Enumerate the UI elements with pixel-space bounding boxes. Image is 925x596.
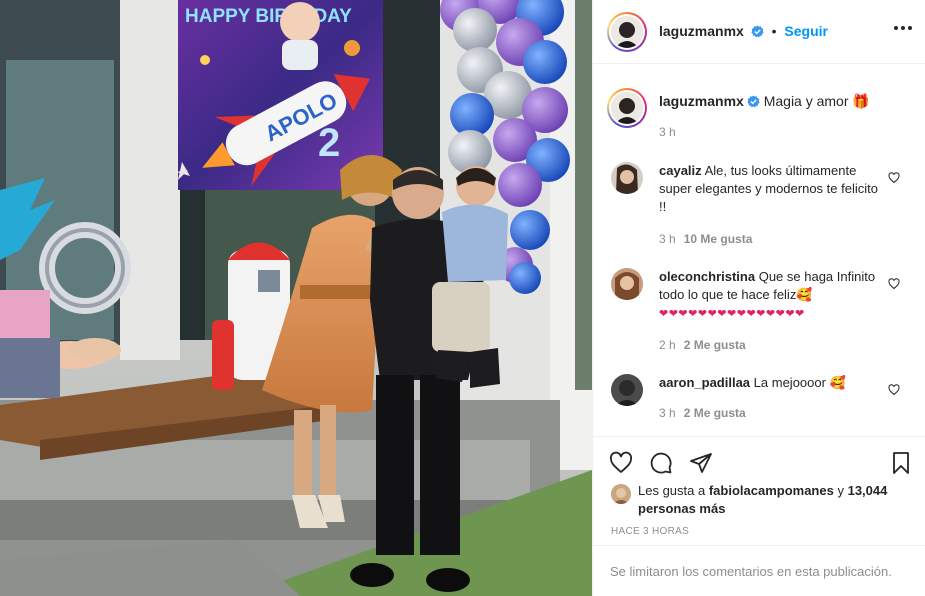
comment-row: oleconchristina Que se haga Infinito tod… <box>593 266 925 356</box>
heart-icon[interactable] <box>609 451 633 475</box>
comments-footer: Se limitaron los comentarios en esta pub… <box>593 545 925 596</box>
caption-time: 3 h <box>659 125 676 139</box>
comments-list[interactable]: laguzmanmx Magia y amor 🎁 3 h cayaliz Al… <box>593 64 925 436</box>
red-hearts-emoji: ❤❤❤❤❤❤❤❤❤❤❤❤❤❤❤ <box>659 308 805 320</box>
gift-emoji-icon: 🎁 <box>852 93 870 109</box>
comment-time: 3 h <box>659 232 676 246</box>
likes-prefix: Les gusta a <box>638 483 706 498</box>
banner-top-text: HAPPY BIRTHDAY <box>185 6 352 27</box>
comment-username[interactable]: aaron_padillaa <box>659 375 750 390</box>
comment-row: cayaliz Ale, tus looks últimamente super… <box>593 160 925 250</box>
header-separator: • <box>771 23 777 39</box>
likes-connector: y <box>837 483 844 498</box>
heart-icon[interactable] <box>888 278 900 290</box>
bookmark-icon[interactable] <box>889 451 913 475</box>
comments-limited-notice: Se limitaron los comentarios en esta pub… <box>610 564 892 579</box>
likes-summary: Les gusta a fabiolacampomanes y 13,044 p… <box>638 482 910 518</box>
banner-age-text: 2 <box>318 121 340 165</box>
likes-user[interactable]: fabiolacampomanes <box>709 483 834 498</box>
follow-button[interactable]: Seguir <box>784 23 828 39</box>
party-photo-illustration: HAPPY BIRTHDAY APOLO 2 <box>0 0 592 596</box>
commenter-avatar[interactable] <box>611 162 643 194</box>
commenter-avatar[interactable] <box>611 374 643 406</box>
verified-badge-icon <box>751 25 764 38</box>
comment-row: aaron_padillaa La mejoooor 🥰 3 h 2 Me gus… <box>593 372 925 436</box>
comment-text: La mejoooor 🥰 <box>753 375 846 390</box>
verified-badge-icon <box>747 95 760 108</box>
caption-avatar[interactable] <box>607 88 647 128</box>
commenter-avatar[interactable] <box>611 268 643 300</box>
comment-likes[interactable]: 2 Me gusta <box>684 338 746 352</box>
caption-username[interactable]: laguzmanmx <box>659 93 744 109</box>
liker-avatar[interactable] <box>611 484 631 504</box>
comment-username[interactable]: oleconchristina <box>659 269 755 284</box>
comment-likes[interactable]: 10 Me gusta <box>684 232 753 246</box>
heart-icon[interactable] <box>888 384 900 396</box>
comment-icon[interactable] <box>649 451 673 475</box>
author-avatar[interactable] <box>607 12 647 52</box>
share-icon[interactable] <box>689 451 713 475</box>
post-side-panel: laguzmanmx • Seguir laguzmanmx Magia y a… <box>592 0 925 596</box>
post-photo[interactable]: HAPPY BIRTHDAY APOLO 2 <box>0 0 592 596</box>
comment-time: 2 h <box>659 338 676 352</box>
comment-time: 3 h <box>659 406 676 420</box>
author-username[interactable]: laguzmanmx <box>659 23 744 39</box>
caption-row: laguzmanmx Magia y amor 🎁 3 h <box>593 64 925 144</box>
post-header: laguzmanmx • Seguir <box>593 0 925 64</box>
post-age: HACE 3 HORAS <box>611 526 690 537</box>
more-options-icon[interactable] <box>894 26 912 32</box>
comment-username[interactable]: cayaliz <box>659 163 702 178</box>
caption-text: Magia y amor <box>763 93 849 109</box>
heart-icon[interactable] <box>888 172 900 184</box>
comment-likes[interactable]: 2 Me gusta <box>684 406 746 420</box>
